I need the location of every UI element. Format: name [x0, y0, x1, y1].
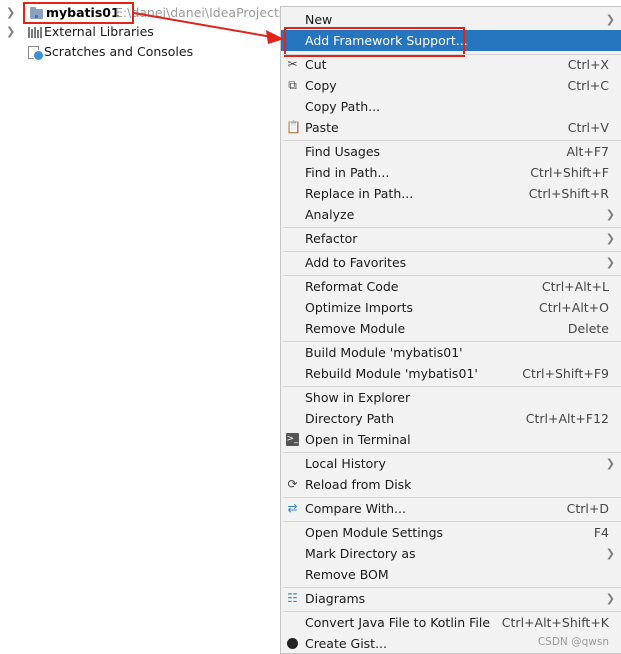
menu-item-convert-to-kotlin[interactable]: Convert Java File to Kotlin File Ctrl+Alt…	[281, 612, 621, 633]
menu-item-directory-path[interactable]: Directory Path Ctrl+Alt+F12	[281, 408, 621, 429]
menu-item-mark-directory-as[interactable]: Mark Directory as ❯	[281, 543, 621, 564]
menu-item-local-history[interactable]: Local History ❯	[281, 453, 621, 474]
menu-item-label: Refactor	[305, 231, 358, 246]
copy-icon: ⧉	[288, 78, 297, 92]
menu-item-shortcut: Delete	[567, 321, 609, 336]
menu-item-label: Directory Path	[305, 411, 395, 426]
menu-item-show-in-explorer[interactable]: Show in Explorer	[281, 387, 621, 408]
menu-item-label: Optimize Imports	[305, 300, 414, 315]
chevron-right-icon: ❯	[605, 256, 615, 269]
chevron-right-icon: ❯	[605, 457, 615, 470]
tree-item-scratches[interactable]: Scratches and Consoles	[0, 42, 280, 62]
menu-item-label: Find in Path...	[305, 165, 390, 180]
menu-item-paste[interactable]: 📋 Paste Ctrl+V	[281, 117, 621, 138]
chevron-right-icon: ❯	[605, 208, 615, 221]
menu-item-add-to-favorites[interactable]: Add to Favorites ❯	[281, 252, 621, 273]
scratches-icon	[28, 46, 44, 61]
menu-item-shortcut: Ctrl+Alt+Shift+K	[501, 615, 609, 630]
chevron-right-icon: ❯	[605, 592, 615, 605]
menu-item-optimize-imports[interactable]: Optimize Imports Ctrl+Alt+O	[281, 297, 621, 318]
menu-item-shortcut: Ctrl+Alt+F12	[525, 411, 609, 426]
menu-item-diagrams[interactable]: ☷ Diagrams ❯	[281, 588, 621, 609]
menu-item-label: Reload from Disk	[305, 477, 412, 492]
tree-item-external-libraries[interactable]: ❯ External Libraries	[0, 22, 280, 42]
menu-item-label: Cut	[305, 57, 327, 72]
menu-item-shortcut: Alt+F7	[566, 144, 609, 159]
project-tree: ❯ mybatis01 E:\danei\danei\IdeaProjects …	[0, 0, 290, 654]
menu-item-shortcut: Ctrl+Shift+F	[530, 165, 609, 180]
menu-item-shortcut: Ctrl+Shift+R	[528, 186, 609, 201]
menu-item-label: Open in Terminal	[305, 432, 411, 447]
tree-item-label: External Libraries	[44, 24, 154, 39]
menu-item-label: Analyze	[305, 207, 355, 222]
menu-item-find-usages[interactable]: Find Usages Alt+F7	[281, 141, 621, 162]
menu-item-label: Open Module Settings	[305, 525, 444, 540]
menu-item-shortcut: Ctrl+V	[567, 120, 609, 135]
menu-item-open-module-settings[interactable]: Open Module Settings F4	[281, 522, 621, 543]
menu-item-compare-with[interactable]: ⇄ Compare With... Ctrl+D	[281, 498, 621, 519]
menu-item-reload-from-disk[interactable]: ⟳ Reload from Disk	[281, 474, 621, 495]
menu-item-label: Convert Java File to Kotlin File	[305, 615, 491, 630]
library-icon	[28, 27, 42, 38]
menu-item-build-module[interactable]: Build Module 'mybatis01'	[281, 342, 621, 363]
menu-item-label: Mark Directory as	[305, 546, 416, 561]
menu-item-shortcut: Ctrl+C	[567, 78, 609, 93]
watermark: CSDN @qwsn	[537, 636, 609, 648]
menu-item-find-in-path[interactable]: Find in Path... Ctrl+Shift+F	[281, 162, 621, 183]
menu-item-label: Replace in Path...	[305, 186, 414, 201]
chevron-right-icon: ❯	[605, 13, 615, 26]
menu-item-analyze[interactable]: Analyze ❯	[281, 204, 621, 225]
tree-item-label: Scratches and Consoles	[44, 44, 194, 59]
menu-item-rebuild-module[interactable]: Rebuild Module 'mybatis01' Ctrl+Shift+F9	[281, 363, 621, 384]
chevron-right-icon[interactable]: ❯	[6, 3, 15, 23]
menu-item-shortcut: Ctrl+Shift+F9	[522, 366, 609, 381]
diagram-icon: ☷	[287, 591, 298, 605]
menu-item-label: Show in Explorer	[305, 390, 411, 405]
menu-item-copy-path[interactable]: Copy Path...	[281, 96, 621, 117]
menu-item-label: Find Usages	[305, 144, 381, 159]
scissors-icon: ✂	[287, 57, 298, 71]
menu-item-remove-bom[interactable]: Remove BOM	[281, 564, 621, 585]
add-framework-highlight-box	[284, 27, 465, 57]
reload-icon: ⟳	[287, 477, 298, 491]
menu-item-label: Copy	[305, 78, 337, 93]
menu-item-label: Remove BOM	[305, 567, 389, 582]
menu-item-label: Compare With...	[305, 501, 406, 516]
menu-item-shortcut: F4	[593, 525, 609, 540]
menu-item-label: Add to Favorites	[305, 255, 407, 270]
menu-item-refactor[interactable]: Refactor ❯	[281, 228, 621, 249]
menu-item-label: Diagrams	[305, 591, 366, 606]
github-icon	[287, 638, 298, 649]
menu-item-label: Remove Module	[305, 321, 406, 336]
menu-item-label: Paste	[305, 120, 339, 135]
menu-item-label: Build Module 'mybatis01'	[305, 345, 463, 360]
terminal-icon: >_	[286, 433, 299, 446]
menu-item-shortcut: Ctrl+Alt+L	[541, 279, 609, 294]
menu-item-label: Local History	[305, 456, 386, 471]
menu-item-shortcut: Ctrl+D	[566, 501, 609, 516]
menu-item-copy[interactable]: ⧉ Copy Ctrl+C	[281, 75, 621, 96]
context-menu: New ❯ Add Framework Support... ✂ Cut Ctrl+X…	[280, 6, 621, 654]
menu-item-open-in-terminal[interactable]: >_ Open in Terminal	[281, 429, 621, 450]
root-module-path: E:\danei\danei\IdeaProjects	[115, 5, 286, 20]
menu-item-remove-module[interactable]: Remove Module Delete	[281, 318, 621, 339]
chevron-right-icon: ❯	[605, 547, 615, 560]
clipboard-icon: 📋	[286, 120, 301, 134]
chevron-right-icon: ❯	[605, 232, 615, 245]
menu-item-label: Rebuild Module 'mybatis01'	[305, 366, 478, 381]
menu-item-label: Create Gist...	[305, 636, 388, 651]
menu-item-replace-in-path[interactable]: Replace in Path... Ctrl+Shift+R	[281, 183, 621, 204]
menu-item-label: Copy Path...	[305, 99, 381, 114]
menu-item-reformat-code[interactable]: Reformat Code Ctrl+Alt+L	[281, 276, 621, 297]
root-highlight-box	[23, 2, 134, 24]
chevron-right-icon[interactable]: ❯	[6, 22, 15, 42]
compare-icon: ⇄	[287, 501, 298, 515]
menu-item-cut[interactable]: ✂ Cut Ctrl+X	[281, 54, 621, 75]
menu-item-shortcut: Ctrl+Alt+O	[539, 300, 609, 315]
menu-item-label: Reformat Code	[305, 279, 399, 294]
menu-item-shortcut: Ctrl+X	[567, 57, 609, 72]
